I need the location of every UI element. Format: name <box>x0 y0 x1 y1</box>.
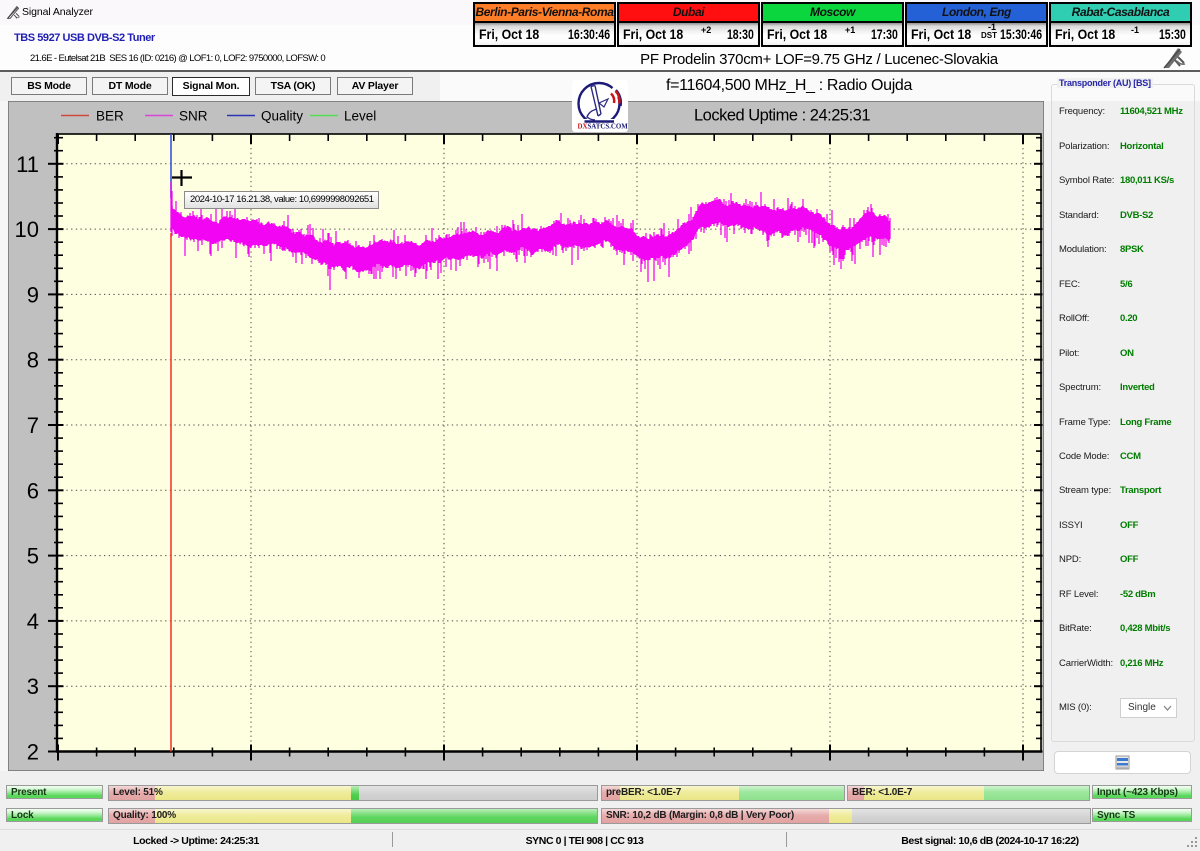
svg-text:11: 11 <box>16 152 39 177</box>
svg-text:DXSATCS.COM: DXSATCS.COM <box>578 124 629 131</box>
svg-text:5: 5 <box>27 544 39 569</box>
svg-text:8: 8 <box>27 348 39 373</box>
svg-text:10: 10 <box>15 217 39 242</box>
svg-text:3: 3 <box>27 674 39 699</box>
svg-text:SNR: SNR <box>179 109 208 124</box>
svg-text:9: 9 <box>27 282 39 307</box>
svg-text:7: 7 <box>27 413 39 438</box>
svg-text:Locked Uptime : 24:25:31: Locked Uptime : 24:25:31 <box>694 107 870 125</box>
svg-text:BER: BER <box>96 109 124 124</box>
svg-text:Level: Level <box>344 109 376 124</box>
svg-text:4: 4 <box>27 609 39 634</box>
svg-text:6: 6 <box>27 478 39 503</box>
svg-text:2: 2 <box>27 740 39 765</box>
svg-text:Quality: Quality <box>261 109 303 124</box>
